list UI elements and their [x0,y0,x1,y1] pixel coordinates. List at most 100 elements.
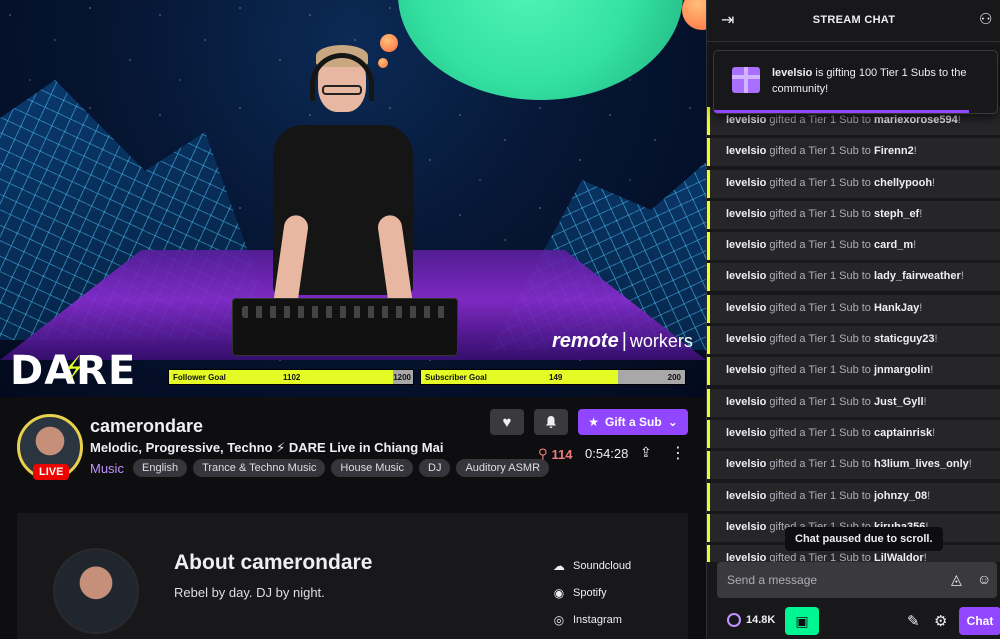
chat-recipient[interactable]: h3lium_lives_only [874,458,969,470]
notifications-button[interactable] [534,409,568,435]
follow-button[interactable]: ♥ [490,409,524,435]
subscriber-goal-label: Subscriber Goal [425,373,487,382]
chat-username[interactable]: levelsio [726,396,766,408]
chat-message-text: gifted a Tier 1 Sub to [766,458,874,471]
social-link-spotify[interactable]: ◉ Spotify [551,585,607,601]
chat-message[interactable]: levelsio gifted a Tier 1 Sub to captainr… [707,419,1000,448]
chat-message-text: gifted a Tier 1 Sub to [766,333,874,346]
bits-icon[interactable]: ◬ [951,571,962,588]
social-link-soundcloud[interactable]: ☁ Soundcloud [551,558,631,574]
video-player[interactable]: DARE ⚡ remote | workers Follower Goal 1102… [0,0,706,397]
stream-uptime: 0:54:28 [585,446,629,461]
chat-message-input[interactable] [717,562,937,598]
chat-recipient[interactable]: LilWaldor [874,552,924,562]
category-link[interactable]: Music [90,461,124,476]
follower-goal-bar: Follower Goal 1102 1200 [168,369,414,385]
chat-recipient[interactable]: steph_ef [874,208,919,220]
chat-message[interactable]: levelsio gifted a Tier 1 Sub to h3lium_l… [707,451,1000,480]
chat-username[interactable]: levelsio [726,333,766,345]
chat-recipient[interactable]: Just_Gyll [874,396,924,408]
chat-username[interactable]: levelsio [726,270,766,282]
chat-username[interactable]: levelsio [726,490,766,502]
chat-recipient[interactable]: mariexorose594 [874,114,958,126]
share-icon[interactable]: ⇪ [640,444,652,461]
tag-house-music[interactable]: House Music [331,459,413,477]
gift-sub-button[interactable]: ★ Gift a Sub ⌄ [578,409,688,435]
chat-message[interactable]: levelsio gifted a Tier 1 Sub to johnzy_0… [707,482,1000,511]
chat-username[interactable]: levelsio [726,458,766,470]
tag-auditory-asmr[interactable]: Auditory ASMR [456,459,550,477]
chat-username[interactable]: levelsio [726,145,766,157]
chat-recipient[interactable]: lady_fairweather [874,270,961,282]
chat-username[interactable]: levelsio [726,177,766,189]
chat-send-button[interactable]: Chat [959,607,1000,635]
viewer-count-value: 114 [551,446,573,462]
subscriber-goal-target: 200 [667,373,681,382]
channel-points-icon [727,613,741,627]
chat-recipient[interactable]: jnmargolin [874,364,930,376]
chat-message[interactable]: levelsio gifted a Tier 1 Sub to chellypo… [707,169,1000,198]
chat-username[interactable]: levelsio [726,521,766,533]
chat-message[interactable]: levelsio gifted a Tier 1 Sub to Firenn2! [707,138,1000,167]
social-label: Instagram [573,614,622,626]
channel-name[interactable]: camerondare [90,416,203,437]
chat-message-text: gifted a Tier 1 Sub to [766,426,874,439]
bell-icon [546,416,556,428]
chat-paused-notice[interactable]: Chat paused due to scroll. [785,527,943,551]
chat-username[interactable]: levelsio [726,239,766,251]
chat-message-list[interactable]: levelsio gifted a Tier 1 Sub to mariexor… [707,107,1000,562]
tag-english[interactable]: English [133,459,188,477]
chat-message[interactable]: levelsio gifted a Tier 1 Sub to steph_ef… [707,200,1000,229]
follower-goal-current: 1102 [283,373,301,382]
chat-punctuation: ! [923,395,927,408]
emote-picker-icon[interactable]: ☺ [977,571,991,587]
chat-username[interactable]: levelsio [726,302,766,314]
community-users-icon[interactable]: ⚇ [979,10,992,28]
claim-bonus-button[interactable]: ▣ [785,607,819,635]
chat-message[interactable]: levelsio gifted a Tier 1 Sub to staticgu… [707,326,1000,355]
chat-recipient[interactable]: captainrisk [874,427,932,439]
dj-performer [268,45,418,335]
chat-message-text: gifted a Tier 1 Sub to [766,395,874,408]
gear-icon[interactable]: ⚙ [934,612,947,630]
chat-punctuation: ! [927,489,931,502]
chat-username[interactable]: levelsio [726,364,766,376]
follower-goal-target: 1200 [393,373,411,382]
instagram-icon: ◎ [553,613,565,627]
about-avatar [53,548,139,634]
chat-message[interactable]: levelsio gifted a Tier 1 Sub to Just_Gyl… [707,388,1000,417]
chat-recipient[interactable]: HankJay [874,302,919,314]
about-title: About camerondare [174,551,373,574]
chat-message[interactable]: levelsio gifted a Tier 1 Sub to HankJay! [707,294,1000,323]
chat-username[interactable]: levelsio [726,427,766,439]
tag-dj[interactable]: DJ [419,459,451,477]
chat-recipient[interactable]: chellypooh [874,177,932,189]
chat-punctuation: ! [960,270,964,283]
soundcloud-icon: ☁ [553,559,565,573]
chat-username[interactable]: levelsio [726,208,766,220]
social-link-instagram[interactable]: ◎ Instagram [551,612,622,628]
channel-points[interactable]: 14.8K [727,613,775,627]
spotify-icon: ◉ [553,586,565,600]
chat-punctuation: ! [957,114,961,126]
chat-username[interactable]: levelsio [726,114,766,126]
edit-appearance-icon[interactable]: ✎ [907,612,920,630]
chat-punctuation: ! [932,176,936,189]
chat-message[interactable]: levelsio gifted a Tier 1 Sub to lady_fai… [707,263,1000,292]
social-label: Spotify [573,587,607,599]
chat-recipient[interactable]: Firenn2 [874,145,914,157]
chat-input-box[interactable]: ◬ ☺ [717,562,997,598]
chat-message[interactable]: levelsio gifted a Tier 1 Sub to jnmargol… [707,357,1000,386]
more-options-icon[interactable]: ⋮ [670,443,686,463]
chat-punctuation: ! [913,145,917,158]
chat-username[interactable]: levelsio [726,552,766,562]
chat-recipient[interactable]: johnzy_08 [874,490,927,502]
chat-recipient[interactable]: card_m [874,239,913,251]
subscriber-goal-bar: Subscriber Goal 149 200 [420,369,686,385]
subscriber-goal-current: 149 [549,373,563,382]
chat-punctuation: ! [932,426,936,439]
chat-message[interactable]: levelsio gifted a Tier 1 Sub to card_m! [707,232,1000,261]
tag-trance-techno[interactable]: Trance & Techno Music [193,459,326,477]
chat-punctuation: ! [930,364,934,377]
chat-recipient[interactable]: staticguy23 [874,333,935,345]
